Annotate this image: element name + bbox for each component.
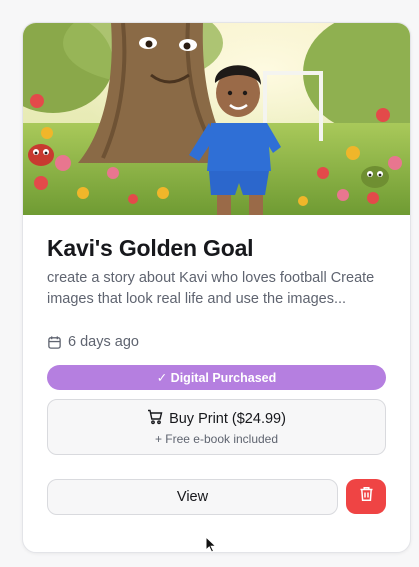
view-button[interactable]: View (47, 479, 338, 515)
buy-print-main: Buy Print ($24.99) (147, 409, 286, 429)
delete-button[interactable] (346, 479, 386, 514)
story-card: Kavi's Golden Goal create a story about … (22, 22, 411, 553)
story-description: create a story about Kavi who loves foot… (47, 270, 375, 307)
date-label: 6 days ago (68, 334, 139, 350)
buy-print-label: Buy Print ($24.99) (169, 410, 286, 427)
cart-icon (147, 409, 163, 429)
story-title: Kavi's Golden Goal (47, 235, 254, 261)
status-badge: ✓ Digital Purchased (47, 365, 386, 390)
cover-illustration[interactable] (23, 23, 410, 215)
buy-print-button[interactable]: Buy Print ($24.99) + Free e-book include… (47, 399, 386, 455)
calendar-icon (47, 335, 62, 350)
trash-icon (359, 486, 374, 507)
story-date: 6 days ago (47, 334, 139, 350)
buy-print-sublabel: + Free e-book included (154, 431, 279, 446)
view-button-label: View (176, 489, 209, 505)
status-badge-label: ✓ Digital Purchased (156, 371, 277, 385)
mouse-cursor-icon (205, 535, 217, 558)
